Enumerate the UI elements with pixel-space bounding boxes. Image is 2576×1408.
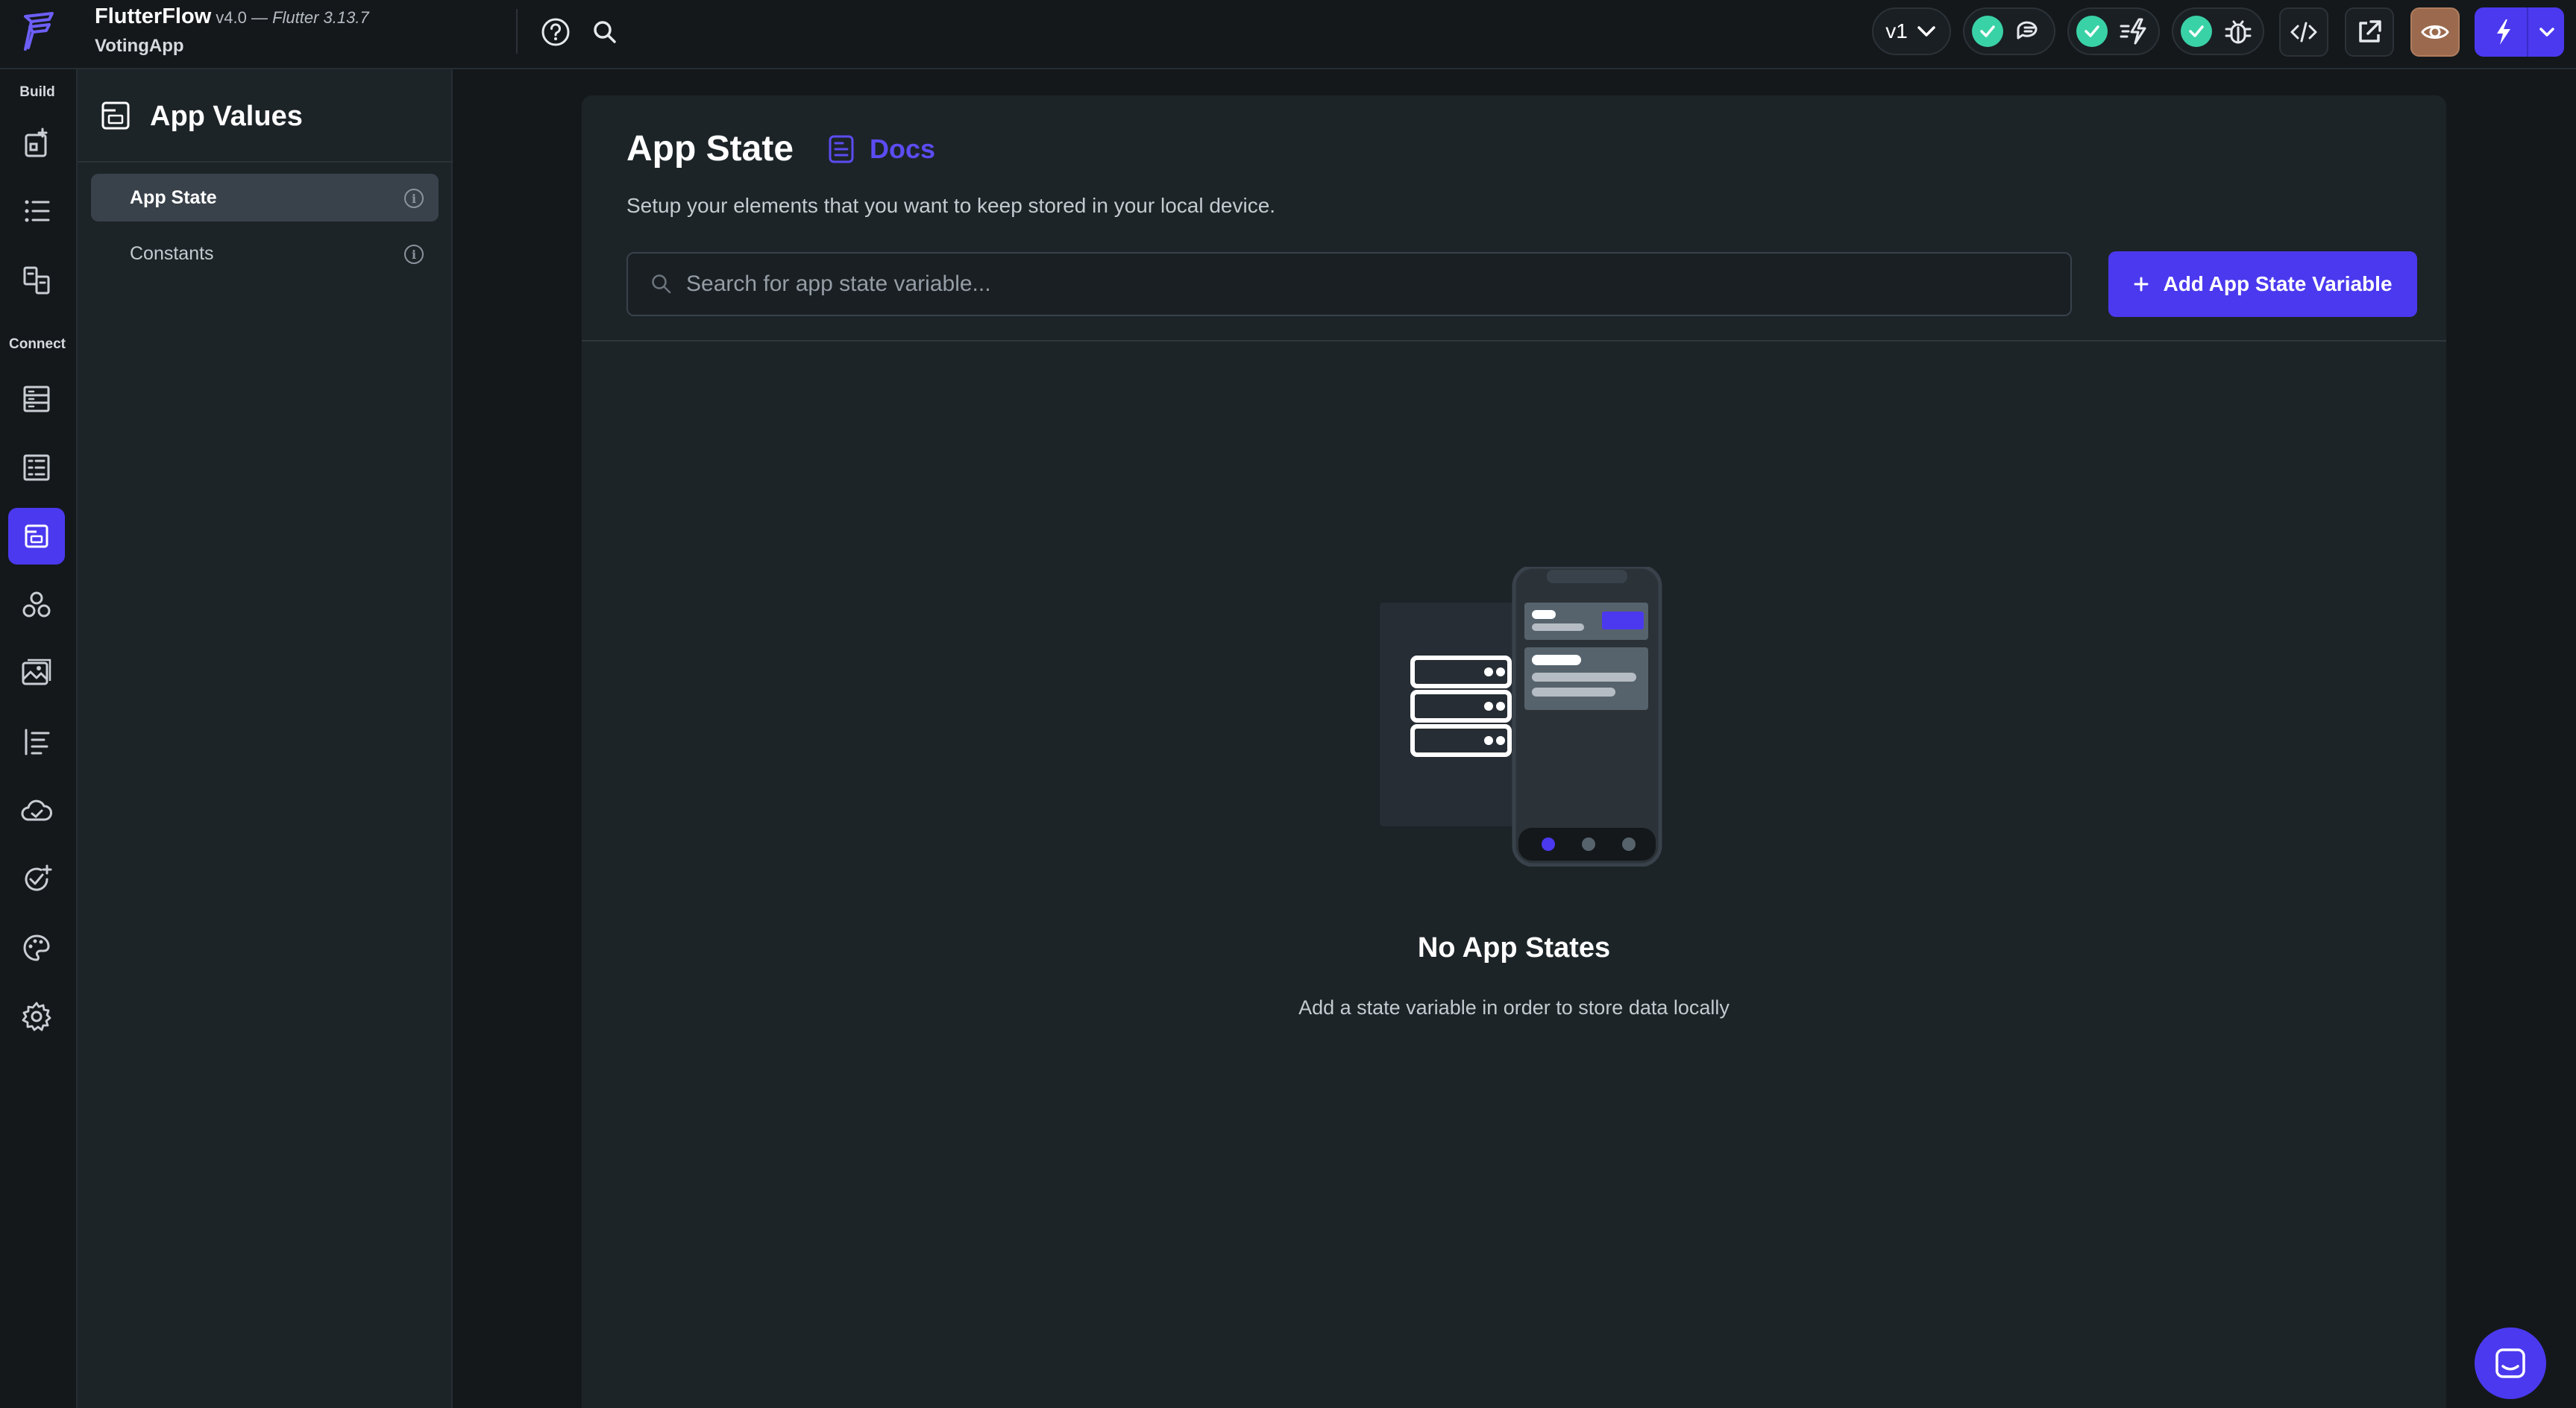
text-list-icon[interactable]	[8, 714, 65, 770]
lightning-icon	[2120, 18, 2146, 45]
debug-status[interactable]	[2172, 7, 2264, 55]
version-label: v4.0 — Flutter 3.13.7	[216, 8, 368, 27]
empty-state-title: No App States	[1417, 932, 1611, 964]
card-header: App State Docs Setup your elements that …	[582, 95, 2446, 342]
info-icon[interactable]: i	[404, 245, 424, 264]
nav-rail: Build Connect	[0, 69, 78, 1408]
panel-item-constants[interactable]: Constants i	[91, 230, 439, 277]
page-copy-icon[interactable]	[8, 251, 65, 308]
run-divider	[2527, 7, 2528, 57]
page-subtitle: Setup your elements that you want to kee…	[626, 194, 1276, 217]
app-values-icon	[101, 101, 130, 130]
panel-header: App Values	[78, 69, 453, 163]
search-icon	[652, 274, 671, 294]
empty-state-illustration	[1380, 567, 1662, 867]
search-input[interactable]	[686, 271, 2029, 297]
app-values-panel: App Values App State i Constants i	[78, 69, 453, 1408]
panel-item-label: Constants	[130, 242, 214, 264]
search-field[interactable]	[626, 252, 2072, 316]
storage-icon[interactable]	[8, 371, 65, 427]
brand-name: FlutterFlow	[95, 4, 212, 28]
doc-list-icon[interactable]	[8, 439, 65, 496]
docs-label: Docs	[870, 133, 936, 164]
flutterflow-logo-icon[interactable]	[19, 10, 57, 54]
panel-item-app-state[interactable]: App State i	[91, 174, 439, 221]
branch-selector[interactable]: v1	[1872, 7, 1951, 55]
code-view-button[interactable]	[2279, 7, 2328, 57]
add-button-label: Add App State Variable	[2163, 272, 2393, 295]
chat-icon	[2495, 1348, 2525, 1378]
divider	[516, 9, 518, 54]
check-icon	[2181, 16, 2212, 47]
community-icon[interactable]	[8, 576, 65, 633]
app-state-card: App State Docs Setup your elements that …	[582, 95, 2446, 1408]
lightning-icon	[2497, 19, 2510, 45]
help-icon[interactable]	[538, 15, 573, 49]
build-section-label: Build	[19, 84, 55, 100]
open-external-icon	[2359, 20, 2381, 43]
panel-item-label: App State	[130, 186, 217, 208]
info-icon[interactable]: i	[404, 189, 424, 208]
theme-icon[interactable]	[8, 920, 65, 976]
add-app-state-variable-button[interactable]: Add App State Variable	[2108, 251, 2417, 317]
cloud-icon[interactable]	[8, 782, 65, 839]
add-page-icon[interactable]	[8, 114, 65, 171]
top-bar: FlutterFlow v4.0 — Flutter 3.13.7 VotingA…	[0, 0, 2576, 69]
chevron-down-icon	[1917, 26, 1935, 37]
docs-link[interactable]: Docs	[826, 133, 935, 166]
settings-icon[interactable]	[8, 988, 65, 1045]
branch-label: v1	[1885, 19, 1908, 43]
flutter-version: Flutter 3.13.7	[272, 8, 369, 27]
media-icon[interactable]	[8, 645, 65, 702]
ff-version: v4.0 —	[216, 8, 268, 27]
comments-icon	[2017, 21, 2038, 40]
docs-icon	[829, 135, 854, 163]
app-values-icon[interactable]	[8, 508, 65, 565]
plus-icon	[2134, 277, 2149, 292]
comments-status[interactable]	[1963, 7, 2055, 55]
empty-state-subtitle: Add a state variable in order to store d…	[1298, 996, 1730, 1019]
code-icon	[2290, 22, 2317, 43]
eye-icon	[2421, 25, 2449, 39]
open-external-button[interactable]	[2345, 7, 2394, 57]
connect-section-label: Connect	[9, 336, 66, 352]
page-title: App State	[626, 129, 794, 169]
panel-title: App Values	[150, 101, 303, 132]
run-button[interactable]	[2475, 7, 2564, 57]
check-add-icon[interactable]	[8, 851, 65, 908]
check-icon	[2076, 16, 2108, 47]
list-icon[interactable]	[8, 183, 65, 239]
bug-icon	[2225, 20, 2252, 44]
actions-status[interactable]	[2067, 7, 2160, 55]
check-icon	[1972, 16, 2003, 47]
app-brand: FlutterFlow v4.0 — Flutter 3.13.7	[95, 4, 369, 29]
chevron-down-icon[interactable]	[2537, 22, 2557, 42]
preview-button[interactable]	[2410, 7, 2460, 57]
search-icon[interactable]	[588, 15, 622, 49]
support-chat-button[interactable]	[2475, 1327, 2546, 1399]
project-name[interactable]: VotingApp	[95, 36, 184, 57]
